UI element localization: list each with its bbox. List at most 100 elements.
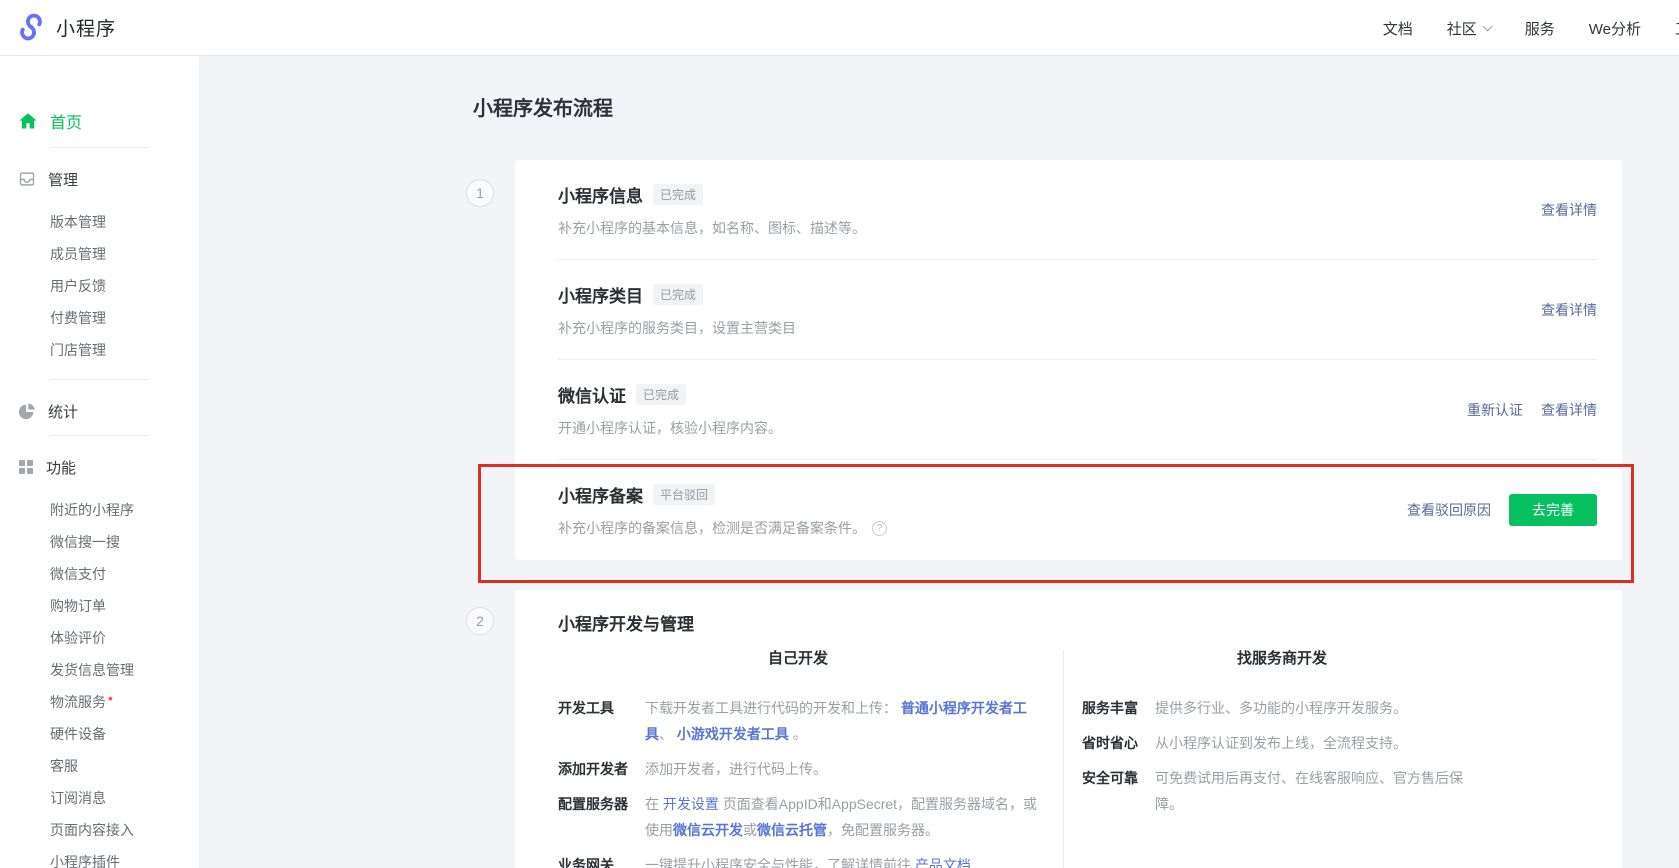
service-provider-column-header: 找服务商开发 [1236,650,1327,667]
sidebar-item-微信搜一搜[interactable]: 微信搜一搜 [0,526,199,558]
dev-row-desc: 从小程序认证到发布上线，全流程支持。 [1155,735,1407,751]
sidebar-item-home[interactable]: 首页 [18,108,199,134]
flow-row-title-line: 小程序类目 已完成 [558,282,1412,306]
dev-row-添加开发者: 添加开发者 添加开发者，进行代码上传。 [558,756,1038,782]
status-badge: 平台驳回 [653,483,716,505]
flow-row-title: 小程序备案 [558,486,643,506]
action-link-查看详情[interactable]: 查看详情 [1541,400,1597,420]
doc-link-微信云托管[interactable]: 微信云托管 [757,822,827,838]
home-icon [18,111,38,131]
flow-row-desc-text: 补充小程序的备案信息，检测是否满足备案条件。 [558,520,866,536]
dev-row-label: 服务丰富 [1082,700,1138,716]
action-link-查看详情[interactable]: 查看详情 [1541,200,1597,220]
sidebar-item-物流服务[interactable]: 物流服务 • [0,686,199,718]
grid-icon [18,459,34,475]
flow-row-desc: 开通小程序认证，核验小程序内容。 [558,418,1412,438]
sidebar-group-label: 功能 [46,459,77,477]
flow-row-desc-text: 补充小程序的服务类目，设置主营类目 [558,320,796,336]
status-badge: 已完成 [636,383,687,405]
self-develop-column-header: 自己开发 [767,650,828,667]
dev-row-label: 配置服务器 [558,796,628,812]
miniprogram-logo-icon [16,12,46,42]
action-link-查看驳回原因[interactable]: 查看驳回原因 [1407,500,1491,520]
flow-row-actions: 查看详情 [1541,300,1597,320]
nav-item-4[interactable]: 工具 [1675,18,1679,39]
doc-link-小游戏开发者工具[interactable]: 小游戏开发者工具 [677,726,789,742]
flow-row: 微信认证 已完成开通小程序认证，核验小程序内容。 重新认证 查看详情 [515,360,1622,460]
step-2-number: 2 [466,607,494,635]
dev-row-desc: 在 开发设置 页面查看AppID和AppSecret，配置服务器域名，或使用微信… [645,796,1038,838]
sidebar-sublist: 版本管理 成员管理 用户反馈 付费管理 门店管理 [0,206,199,366]
sidebar: 首页 管理版本管理 成员管理 用户反馈 付费管理 门店管理统计功能附近的小程序 微信搜一搜… [0,56,200,868]
dev-row-省时省心: 省时省心 从小程序认证到发布上线，全流程支持。 [1082,730,1482,756]
sidebar-group-1[interactable]: 统计 [18,400,199,422]
flow-row-actions: 重新认证 查看详情 [1467,400,1597,420]
sidebar-item-附近的小程序[interactable]: 附近的小程序 [0,494,199,526]
sidebar-item-用户反馈[interactable]: 用户反馈 [0,270,199,302]
action-link-查看详情[interactable]: 查看详情 [1541,300,1597,320]
doc-link-产品文档[interactable]: 产品文档 [915,857,971,868]
help-circle-icon[interactable]: ? [872,520,887,536]
status-badge: 已完成 [653,183,704,205]
sidebar-groups: 管理版本管理 成员管理 用户反馈 付费管理 门店管理统计功能附近的小程序 微信搜一搜 微信支… [0,147,199,868]
sidebar-sublist: 附近的小程序 微信搜一搜 微信支付 购物订单 体验评价 发货信息管理 物流服务 • 硬件设备 客服… [0,494,199,868]
sidebar-item-付费管理[interactable]: 付费管理 [0,302,199,334]
dev-row-服务丰富: 服务丰富 提供多行业、多功能的小程序开发服务。 [1082,695,1482,721]
develop-columns: 自己开发开发工具 下载开发者工具进行代码的开发和上传： 普通小程序开发者工具、 小… [558,648,1597,868]
pie-chart-icon [18,402,36,420]
dev-row-label: 安全可靠 [1082,770,1138,786]
sidebar-item-硬件设备[interactable]: 硬件设备 [0,718,199,750]
dev-row-label: 业务网关 [558,857,614,868]
app-logo: 小程序 [16,12,116,42]
flow-row-desc: 补充小程序的备案信息，检测是否满足备案条件。? [558,518,1412,538]
sidebar-divider [50,379,149,380]
doc-link-微信云开发[interactable]: 微信云开发 [673,822,743,838]
column-divider [1063,650,1064,868]
nav-item-1[interactable]: 社区 [1447,18,1493,39]
top-nav: 文档 社区 服务 We分析 工具 [1383,0,1679,55]
nav-item-0[interactable]: 文档 [1383,18,1413,39]
action-link-重新认证[interactable]: 重新认证 [1467,400,1523,420]
sidebar-item-体验评价[interactable]: 体验评价 [0,622,199,654]
flow-row-title-line: 微信认证 已完成 [558,382,1412,406]
sidebar-item-成员管理[interactable]: 成员管理 [0,238,199,270]
sidebar-item-版本管理[interactable]: 版本管理 [0,206,199,238]
dev-row-开发工具: 开发工具 下载开发者工具进行代码的开发和上传： 普通小程序开发者工具、 小游戏开发… [558,695,1038,747]
release-flow-card: 小程序信息 已完成 补充小程序的基本信息，如名称、图标、描述等。 查看详情 小程序类目已… [515,160,1622,560]
flow-row-desc: 补充小程序的基本信息，如名称、图标、描述等。 [558,218,1412,238]
sidebar-item-客服[interactable]: 客服 [0,750,199,782]
dev-row-配置服务器: 配置服务器 在 开发设置 页面查看AppID和AppSecret，配置服务器域名，… [558,791,1038,843]
dev-row-业务网关: 业务网关 一键提升小程序安全与性能，了解详情前往 产品文档 [558,852,1038,868]
dev-row-desc: 下载开发者工具进行代码的开发和上传： 普通小程序开发者工具、 小游戏开发者工具 … [645,700,1027,742]
sidebar-group-2[interactable]: 功能 [18,456,199,478]
sidebar-item-门店管理[interactable]: 门店管理 [0,334,199,366]
flow-row-desc-text: 补充小程序的基本信息，如名称、图标、描述等。 [558,220,866,236]
logo-text: 小程序 [56,18,117,40]
flow-row: 小程序信息 已完成 补充小程序的基本信息，如名称、图标、描述等。 查看详情 [515,160,1622,260]
sidebar-group-0[interactable]: 管理 [18,168,199,190]
sidebar-item-页面内容接入[interactable]: 页面内容接入 [0,814,199,846]
sidebar-home-label: 首页 [50,115,83,132]
sidebar-group-label: 管理 [48,171,79,189]
doc-link-开发设置[interactable]: 开发设置 [663,796,719,812]
dev-row-label: 添加开发者 [558,761,628,777]
dev-row-label: 省时省心 [1082,735,1138,751]
nav-item-3[interactable]: We分析 [1589,18,1641,39]
inbox-icon [18,170,36,188]
sidebar-item-小程序插件[interactable]: 小程序插件 [0,846,199,868]
complete-button[interactable]: 去完善 [1509,494,1597,526]
sidebar-item-微信支付[interactable]: 微信支付 [0,558,199,590]
sidebar-item-购物订单[interactable]: 购物订单 [0,590,199,622]
sidebar-item-发货信息管理[interactable]: 发货信息管理 [0,654,199,686]
flow-row-desc-text: 开通小程序认证，核验小程序内容。 [558,420,782,436]
sidebar-item-订阅消息[interactable]: 订阅消息 [0,782,199,814]
sidebar-divider [50,147,149,148]
dev-row-desc: 添加开发者，进行代码上传。 [645,761,827,777]
dev-row-desc: 一键提升小程序安全与性能，了解详情前往 产品文档 [645,852,1038,868]
sidebar-divider [50,435,149,436]
dev-row-label: 开发工具 [558,700,614,716]
flow-row-title: 小程序类目 [558,286,643,306]
flow-row: 小程序类目 已完成补充小程序的服务类目，设置主营类目 查看详情 [515,260,1622,360]
nav-item-2[interactable]: 服务 [1525,18,1555,39]
flow-row: 小程序备案 平台驳回 补充小程序的备案信息，检测是否满足备案条件。? 查看驳回原因 去完… [515,460,1622,560]
